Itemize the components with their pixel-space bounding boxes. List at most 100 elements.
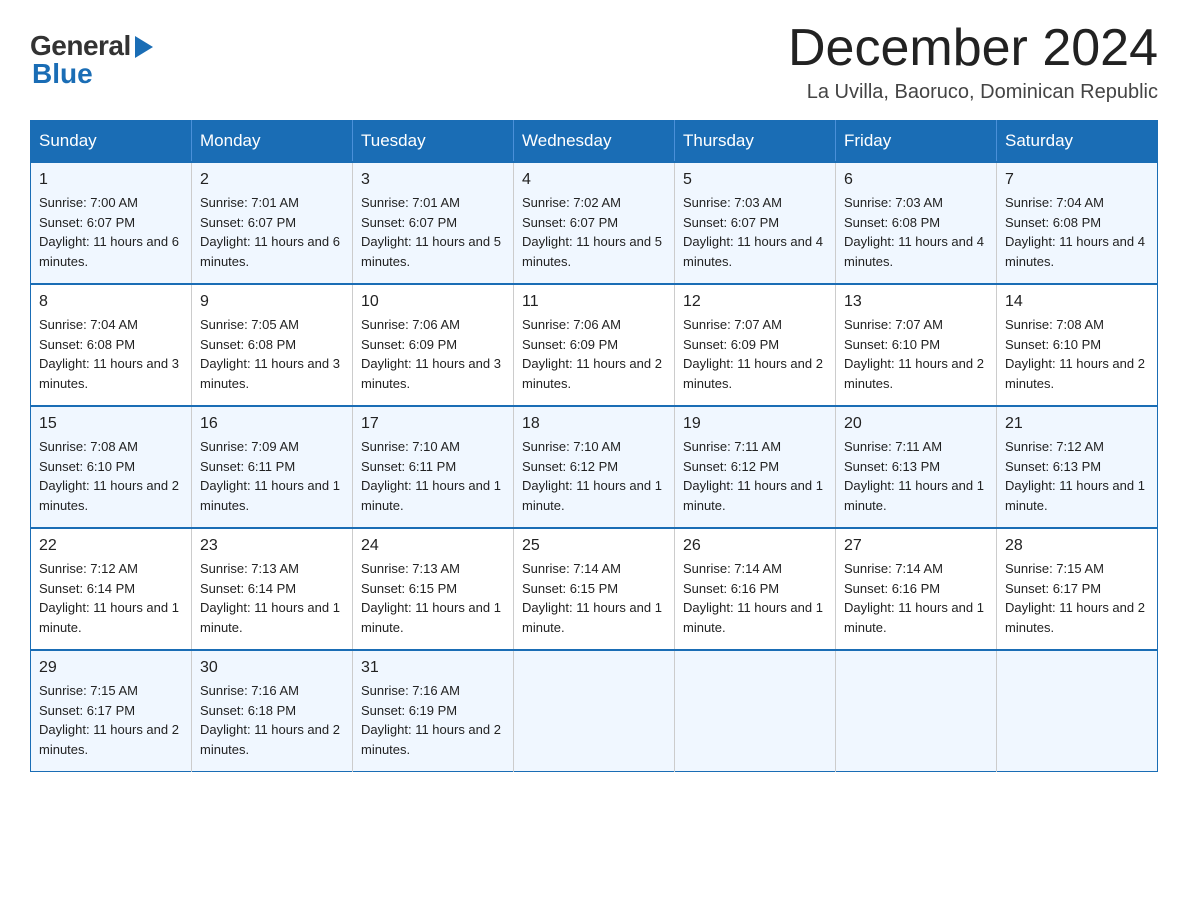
day-info: Sunrise: 7:01 AMSunset: 6:07 PMDaylight:… [361, 193, 505, 271]
day-info: Sunrise: 7:13 AMSunset: 6:15 PMDaylight:… [361, 559, 505, 637]
day-number: 3 [361, 171, 505, 189]
calendar-cell: 9Sunrise: 7:05 AMSunset: 6:08 PMDaylight… [192, 284, 353, 406]
calendar-cell: 7Sunrise: 7:04 AMSunset: 6:08 PMDaylight… [997, 162, 1158, 284]
calendar-week-row: 29 Sunrise: 7:15 AMSunset: 6:17 PMDayligh… [31, 650, 1158, 772]
calendar-cell: 11 Sunrise: 7:06 AMSunset: 6:09 PMDayligh… [514, 284, 675, 406]
calendar-cell [997, 650, 1158, 772]
calendar-cell: 29 Sunrise: 7:15 AMSunset: 6:17 PMDayligh… [31, 650, 192, 772]
column-header-monday: Monday [192, 121, 353, 163]
calendar-cell: 15 Sunrise: 7:08 AMSunset: 6:10 PMDayligh… [31, 406, 192, 528]
calendar-week-row: 22 Sunrise: 7:12 AMSunset: 6:14 PMDayligh… [31, 528, 1158, 650]
calendar-cell: 21 Sunrise: 7:12 AMSunset: 6:13 PMDayligh… [997, 406, 1158, 528]
day-info: Sunrise: 7:13 AMSunset: 6:14 PMDaylight:… [200, 559, 344, 637]
calendar-cell [675, 650, 836, 772]
column-header-thursday: Thursday [675, 121, 836, 163]
column-header-friday: Friday [836, 121, 997, 163]
calendar-cell: 8 Sunrise: 7:04 AMSunset: 6:08 PMDaylight… [31, 284, 192, 406]
day-number: 18 [522, 415, 666, 433]
day-number: 15 [39, 415, 183, 433]
calendar-cell: 5Sunrise: 7:03 AMSunset: 6:07 PMDaylight… [675, 162, 836, 284]
calendar-cell: 10Sunrise: 7:06 AMSunset: 6:09 PMDayligh… [353, 284, 514, 406]
calendar-week-row: 8 Sunrise: 7:04 AMSunset: 6:08 PMDaylight… [31, 284, 1158, 406]
calendar-cell: 22 Sunrise: 7:12 AMSunset: 6:14 PMDayligh… [31, 528, 192, 650]
day-number: 20 [844, 415, 988, 433]
day-info: Sunrise: 7:14 AMSunset: 6:16 PMDaylight:… [683, 559, 827, 637]
calendar-cell: 19Sunrise: 7:11 AMSunset: 6:12 PMDayligh… [675, 406, 836, 528]
calendar-cell [836, 650, 997, 772]
day-info: Sunrise: 7:12 AMSunset: 6:13 PMDaylight:… [1005, 437, 1149, 515]
day-number: 23 [200, 537, 344, 555]
calendar-cell: 31 Sunrise: 7:16 AMSunset: 6:19 PMDayligh… [353, 650, 514, 772]
column-header-sunday: Sunday [31, 121, 192, 163]
day-info: Sunrise: 7:01 AMSunset: 6:07 PMDaylight:… [200, 193, 344, 271]
day-info: Sunrise: 7:15 AMSunset: 6:17 PMDaylight:… [1005, 559, 1149, 637]
calendar-cell: 20 Sunrise: 7:11 AMSunset: 6:13 PMDayligh… [836, 406, 997, 528]
calendar-cell: 24Sunrise: 7:13 AMSunset: 6:15 PMDayligh… [353, 528, 514, 650]
day-number: 25 [522, 537, 666, 555]
calendar-cell [514, 650, 675, 772]
logo-arrow-icon [135, 36, 153, 58]
calendar-cell: 27 Sunrise: 7:14 AMSunset: 6:16 PMDayligh… [836, 528, 997, 650]
day-number: 19 [683, 415, 827, 433]
day-number: 16 [200, 415, 344, 433]
calendar-cell: 23 Sunrise: 7:13 AMSunset: 6:14 PMDayligh… [192, 528, 353, 650]
day-info: Sunrise: 7:08 AMSunset: 6:10 PMDaylight:… [39, 437, 183, 515]
month-title: December 2024 [788, 20, 1158, 77]
day-info: Sunrise: 7:02 AMSunset: 6:07 PMDaylight:… [522, 193, 666, 271]
calendar-cell: 14 Sunrise: 7:08 AMSunset: 6:10 PMDayligh… [997, 284, 1158, 406]
day-info: Sunrise: 7:06 AMSunset: 6:09 PMDaylight:… [522, 315, 666, 393]
day-number: 28 [1005, 537, 1149, 555]
day-info: Sunrise: 7:10 AMSunset: 6:11 PMDaylight:… [361, 437, 505, 515]
day-info: Sunrise: 7:15 AMSunset: 6:17 PMDaylight:… [39, 681, 183, 759]
day-info: Sunrise: 7:04 AMSunset: 6:08 PMDaylight:… [39, 315, 183, 393]
day-number: 30 [200, 659, 344, 677]
day-info: Sunrise: 7:08 AMSunset: 6:10 PMDaylight:… [1005, 315, 1149, 393]
calendar-cell: 2Sunrise: 7:01 AMSunset: 6:07 PMDaylight… [192, 162, 353, 284]
page-header: General Blue December 2024 La Uvilla, Ba… [30, 20, 1158, 104]
day-info: Sunrise: 7:07 AMSunset: 6:10 PMDaylight:… [844, 315, 988, 393]
location-subtitle: La Uvilla, Baoruco, Dominican Republic [788, 81, 1158, 104]
day-number: 1 [39, 171, 183, 189]
day-number: 26 [683, 537, 827, 555]
calendar-week-row: 15 Sunrise: 7:08 AMSunset: 6:10 PMDayligh… [31, 406, 1158, 528]
column-header-wednesday: Wednesday [514, 121, 675, 163]
day-info: Sunrise: 7:14 AMSunset: 6:16 PMDaylight:… [844, 559, 988, 637]
calendar-cell: 13 Sunrise: 7:07 AMSunset: 6:10 PMDayligh… [836, 284, 997, 406]
calendar-cell: 28 Sunrise: 7:15 AMSunset: 6:17 PMDayligh… [997, 528, 1158, 650]
day-number: 17 [361, 415, 505, 433]
day-info: Sunrise: 7:11 AMSunset: 6:13 PMDaylight:… [844, 437, 988, 515]
day-number: 11 [522, 293, 666, 311]
day-number: 22 [39, 537, 183, 555]
day-info: Sunrise: 7:06 AMSunset: 6:09 PMDaylight:… [361, 315, 505, 393]
day-number: 14 [1005, 293, 1149, 311]
day-number: 29 [39, 659, 183, 677]
calendar-cell: 4Sunrise: 7:02 AMSunset: 6:07 PMDaylight… [514, 162, 675, 284]
day-number: 8 [39, 293, 183, 311]
day-info: Sunrise: 7:16 AMSunset: 6:19 PMDaylight:… [361, 681, 505, 759]
day-info: Sunrise: 7:12 AMSunset: 6:14 PMDaylight:… [39, 559, 183, 637]
logo-blue-text: Blue [32, 58, 93, 90]
calendar-header-row: SundayMondayTuesdayWednesdayThursdayFrid… [31, 121, 1158, 163]
day-number: 9 [200, 293, 344, 311]
day-number: 12 [683, 293, 827, 311]
day-info: Sunrise: 7:03 AMSunset: 6:07 PMDaylight:… [683, 193, 827, 271]
day-number: 13 [844, 293, 988, 311]
calendar-cell: 26 Sunrise: 7:14 AMSunset: 6:16 PMDayligh… [675, 528, 836, 650]
day-number: 6 [844, 171, 988, 189]
day-number: 27 [844, 537, 988, 555]
day-number: 21 [1005, 415, 1149, 433]
calendar-cell: 12 Sunrise: 7:07 AMSunset: 6:09 PMDayligh… [675, 284, 836, 406]
calendar-cell: 30Sunrise: 7:16 AMSunset: 6:18 PMDayligh… [192, 650, 353, 772]
day-info: Sunrise: 7:07 AMSunset: 6:09 PMDaylight:… [683, 315, 827, 393]
calendar-cell: 16 Sunrise: 7:09 AMSunset: 6:11 PMDayligh… [192, 406, 353, 528]
day-number: 31 [361, 659, 505, 677]
calendar-cell: 6 Sunrise: 7:03 AMSunset: 6:08 PMDaylight… [836, 162, 997, 284]
day-info: Sunrise: 7:09 AMSunset: 6:11 PMDaylight:… [200, 437, 344, 515]
day-info: Sunrise: 7:03 AMSunset: 6:08 PMDaylight:… [844, 193, 988, 271]
calendar-week-row: 1Sunrise: 7:00 AMSunset: 6:07 PMDaylight… [31, 162, 1158, 284]
day-info: Sunrise: 7:10 AMSunset: 6:12 PMDaylight:… [522, 437, 666, 515]
title-block: December 2024 La Uvilla, Baoruco, Domini… [788, 20, 1158, 104]
calendar-cell: 25 Sunrise: 7:14 AMSunset: 6:15 PMDayligh… [514, 528, 675, 650]
day-info: Sunrise: 7:14 AMSunset: 6:15 PMDaylight:… [522, 559, 666, 637]
column-header-tuesday: Tuesday [353, 121, 514, 163]
